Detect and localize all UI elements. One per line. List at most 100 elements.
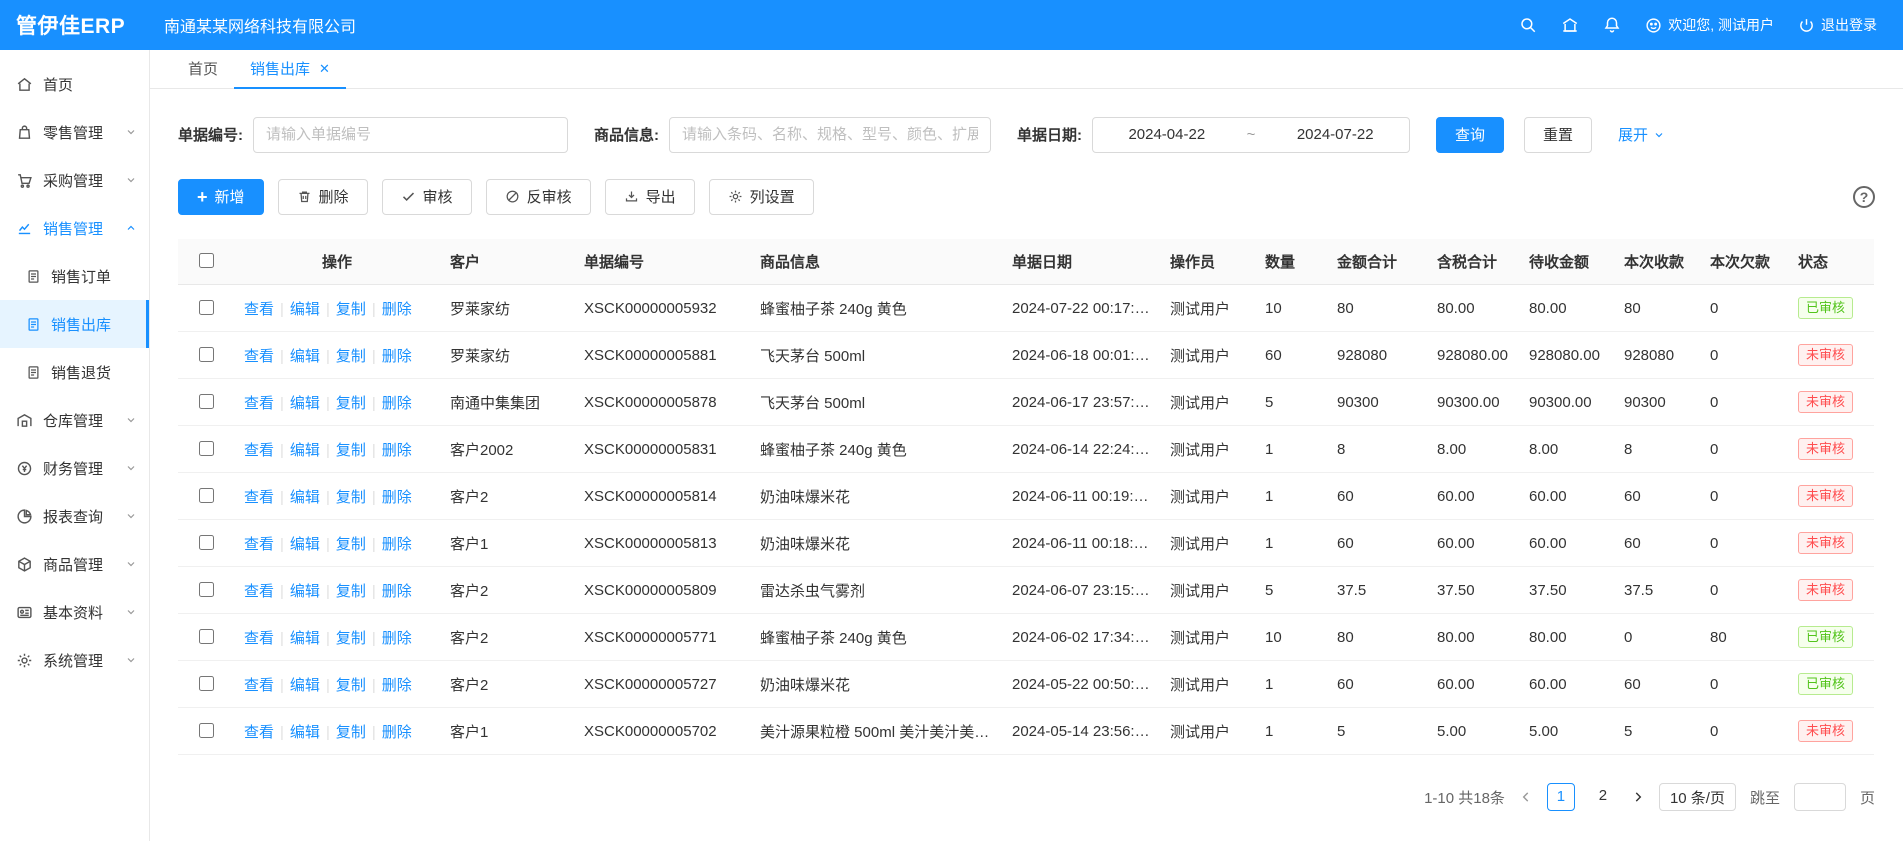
row-action-delete[interactable]: 删除 (382, 583, 412, 600)
row-action-delete[interactable]: 删除 (382, 301, 412, 318)
user-menu[interactable]: 欢迎您, 测试用户 (1645, 15, 1774, 35)
row-action-copy[interactable]: 复制 (336, 724, 366, 741)
row-action-edit[interactable]: 编辑 (290, 583, 320, 600)
row-action-view[interactable]: 查看 (244, 348, 274, 365)
search-icon[interactable] (1519, 16, 1537, 34)
row-action-copy[interactable]: 复制 (336, 442, 366, 459)
row-checkbox[interactable] (199, 629, 214, 644)
row-action-edit[interactable]: 编辑 (290, 677, 320, 694)
row-product: 奶油味爆米花 (750, 520, 1002, 567)
row-action-copy[interactable]: 复制 (336, 489, 366, 506)
row-action-delete[interactable]: 删除 (382, 677, 412, 694)
tab-label: 销售出库 (250, 58, 310, 79)
building-icon[interactable] (1561, 16, 1579, 34)
row-action-copy[interactable]: 复制 (336, 395, 366, 412)
row-action-edit[interactable]: 编辑 (290, 395, 320, 412)
row-action-delete[interactable]: 删除 (382, 348, 412, 365)
row-checkbox[interactable] (199, 723, 214, 738)
row-action-copy[interactable]: 复制 (336, 677, 366, 694)
jump-page-input[interactable] (1794, 783, 1846, 811)
bell-icon[interactable] (1603, 16, 1621, 34)
date-range-picker[interactable]: 2024-04-22 ~ 2024-07-22 (1092, 117, 1410, 153)
row-action-delete[interactable]: 删除 (382, 442, 412, 459)
row-action-delete[interactable]: 删除 (382, 489, 412, 506)
row-action-view[interactable]: 查看 (244, 489, 274, 506)
chevron-left-icon[interactable] (1519, 790, 1533, 804)
row-checkbox[interactable] (199, 394, 214, 409)
row-action-delete[interactable]: 删除 (382, 395, 412, 412)
row-checkbox[interactable] (199, 488, 214, 503)
page-size-select[interactable]: 10 条/页 (1659, 783, 1736, 811)
sidebar-item-home[interactable]: 首页 (0, 60, 149, 108)
row-action-edit[interactable]: 编辑 (290, 489, 320, 506)
sidebar-item-system[interactable]: 系统管理 (0, 636, 149, 684)
logout-button[interactable]: 退出登录 (1798, 15, 1877, 35)
row-action-delete[interactable]: 删除 (382, 630, 412, 647)
row-action-view[interactable]: 查看 (244, 301, 274, 318)
row-action-view[interactable]: 查看 (244, 536, 274, 553)
tab-home[interactable]: 首页 (172, 50, 234, 88)
row-action-view[interactable]: 查看 (244, 630, 274, 647)
sidebar-item-reports[interactable]: 报表查询 (0, 492, 149, 540)
row-action-edit[interactable]: 编辑 (290, 630, 320, 647)
row-action-edit[interactable]: 编辑 (290, 301, 320, 318)
jump-suffix: 页 (1860, 787, 1875, 808)
row-action-delete[interactable]: 删除 (382, 536, 412, 553)
date-to[interactable]: 2024-07-22 (1297, 126, 1374, 143)
row-action-edit[interactable]: 编辑 (290, 348, 320, 365)
row-doc-no: XSCK00000005814 (574, 473, 750, 520)
action-separator: | (326, 301, 330, 318)
add-button[interactable]: + 新增 (178, 179, 264, 215)
delete-button[interactable]: 删除 (278, 179, 368, 215)
product-info-input[interactable] (669, 117, 991, 153)
help-icon[interactable]: ? (1853, 186, 1875, 208)
tab-sales-outbound[interactable]: 销售出库 ✕ (234, 50, 346, 88)
row-checkbox[interactable] (199, 676, 214, 691)
row-action-view[interactable]: 查看 (244, 677, 274, 694)
page-1-button[interactable]: 1 (1547, 783, 1575, 811)
sidebar-item-sales-order[interactable]: 销售订单 (0, 252, 149, 300)
row-qty: 10 (1255, 614, 1327, 661)
search-button[interactable]: 查询 (1436, 117, 1504, 153)
column-settings-button[interactable]: 列设置 (709, 179, 814, 215)
sidebar-item-warehouse[interactable]: 仓库管理 (0, 396, 149, 444)
sidebar-item-finance[interactable]: 财务管理 (0, 444, 149, 492)
date-from[interactable]: 2024-04-22 (1128, 126, 1205, 143)
unapprove-button[interactable]: 反审核 (486, 179, 591, 215)
expand-filters-link[interactable]: 展开 (1618, 124, 1665, 145)
sidebar-item-sales-return[interactable]: 销售退货 (0, 348, 149, 396)
row-action-copy[interactable]: 复制 (336, 536, 366, 553)
export-button[interactable]: 导出 (605, 179, 695, 215)
reset-button[interactable]: 重置 (1524, 117, 1592, 153)
page-2-button[interactable]: 2 (1589, 783, 1617, 811)
close-icon[interactable]: ✕ (319, 62, 330, 75)
select-all-checkbox[interactable] (199, 253, 214, 268)
row-action-delete[interactable]: 删除 (382, 724, 412, 741)
sidebar-item-sales-outbound[interactable]: 销售出库 (0, 300, 149, 348)
approve-button[interactable]: 审核 (382, 179, 472, 215)
row-action-copy[interactable]: 复制 (336, 583, 366, 600)
document-icon (26, 269, 41, 284)
sidebar-item-sales[interactable]: 销售管理 (0, 204, 149, 252)
row-checkbox[interactable] (199, 347, 214, 362)
doc-no-input[interactable] (253, 117, 568, 153)
sidebar-item-basic-data[interactable]: 基本资料 (0, 588, 149, 636)
chevron-right-icon[interactable] (1631, 790, 1645, 804)
row-action-copy[interactable]: 复制 (336, 630, 366, 647)
row-action-view[interactable]: 查看 (244, 442, 274, 459)
sidebar-item-retail[interactable]: 零售管理 (0, 108, 149, 156)
row-action-view[interactable]: 查看 (244, 583, 274, 600)
row-checkbox[interactable] (199, 582, 214, 597)
row-action-edit[interactable]: 编辑 (290, 536, 320, 553)
row-action-view[interactable]: 查看 (244, 395, 274, 412)
row-checkbox[interactable] (199, 535, 214, 550)
sidebar-item-purchase[interactable]: 采购管理 (0, 156, 149, 204)
row-action-edit[interactable]: 编辑 (290, 442, 320, 459)
row-checkbox[interactable] (199, 300, 214, 315)
row-action-copy[interactable]: 复制 (336, 301, 366, 318)
row-checkbox[interactable] (199, 441, 214, 456)
row-action-copy[interactable]: 复制 (336, 348, 366, 365)
row-action-edit[interactable]: 编辑 (290, 724, 320, 741)
row-action-view[interactable]: 查看 (244, 724, 274, 741)
sidebar-item-goods[interactable]: 商品管理 (0, 540, 149, 588)
